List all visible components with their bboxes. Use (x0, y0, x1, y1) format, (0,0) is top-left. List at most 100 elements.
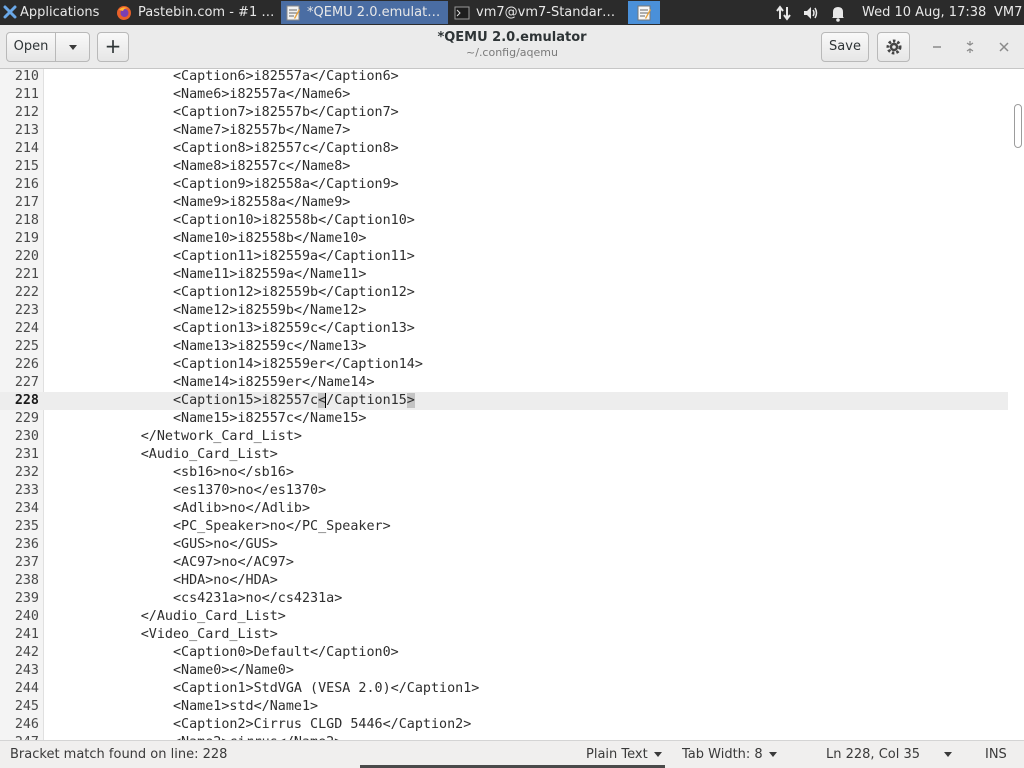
applications-menu[interactable]: Applications (0, 0, 110, 25)
line-number: 214 (14, 141, 39, 156)
open-dropdown-button[interactable] (55, 32, 90, 62)
position-dropdown[interactable] (944, 741, 952, 768)
code-line[interactable]: 217 <Name9>i82558a</Name9> (0, 194, 1008, 212)
line-text: <Video_Card_List> (44, 627, 278, 642)
code-line[interactable]: 231 <Audio_Card_List> (0, 446, 1008, 464)
code-line[interactable]: 241 <Video_Card_List> (0, 626, 1008, 644)
code-line[interactable]: 215 <Name8>i82557c</Name8> (0, 158, 1008, 176)
code-line[interactable]: 242 <Caption0>Default</Caption0> (0, 644, 1008, 662)
line-number: 215 (14, 159, 39, 174)
line-number: 246 (14, 717, 39, 732)
chevron-down-icon (768, 752, 777, 757)
chevron-down-icon (944, 752, 952, 757)
line-text: <Name7>i82557b</Name7> (44, 123, 351, 138)
code-line[interactable]: 240 </Audio_Card_List> (0, 608, 1008, 626)
line-text: <Name10>i82558b</Name10> (44, 231, 367, 246)
close-icon[interactable] (993, 36, 1015, 58)
code-line[interactable]: 227 <Name14>i82559er</Name14> (0, 374, 1008, 392)
code-line[interactable]: 229 <Name15>i82557c</Name15> (0, 410, 1008, 428)
code-line[interactable]: 211 <Name6>i82557a</Name6> (0, 86, 1008, 104)
code-line[interactable]: 214 <Caption8>i82557c</Caption8> (0, 140, 1008, 158)
code-line[interactable]: 220 <Caption11>i82559a</Caption11> (0, 248, 1008, 266)
line-number: 240 (14, 609, 39, 624)
code-line[interactable]: 225 <Name13>i82559c</Name13> (0, 338, 1008, 356)
code-line[interactable]: 218 <Caption10>i82558b</Caption10> (0, 212, 1008, 230)
line-number: 225 (14, 339, 39, 354)
code-line[interactable]: 230 </Network_Card_List> (0, 428, 1008, 446)
code-line[interactable]: 212 <Caption7>i82557b</Caption7> (0, 104, 1008, 122)
language-selector[interactable]: Plain Text (586, 741, 662, 768)
code-line[interactable]: 238 <HDA>no</HDA> (0, 572, 1008, 590)
code-line[interactable]: 221 <Name11>i82559a</Name11> (0, 266, 1008, 284)
line-number: 233 (14, 483, 39, 498)
minimize-icon[interactable] (926, 36, 948, 58)
line-number: 213 (14, 123, 39, 138)
line-text: <Adlib>no</Adlib> (44, 501, 311, 516)
code-line[interactable]: 244 <Caption1>StdVGA (VESA 2.0)</Caption… (0, 680, 1008, 698)
code-line[interactable]: 232 <sb16>no</sb16> (0, 464, 1008, 482)
insert-mode-indicator[interactable]: INS (985, 741, 1007, 768)
text-editor-area[interactable]: 210 <Caption6>i82557a</Caption6> 211 <Nam… (0, 69, 1024, 740)
clock[interactable]: Wed 10 Aug, 17:38 (862, 0, 992, 25)
code-line[interactable]: 237 <AC97>no</AC97> (0, 554, 1008, 572)
network-icon[interactable] (775, 0, 795, 25)
firefox-icon (117, 6, 131, 20)
line-number: 245 (14, 699, 39, 714)
volume-icon[interactable] (802, 0, 824, 25)
line-text: <Name0></Name0> (44, 663, 294, 678)
code-line[interactable]: 213 <Name7>i82557b</Name7> (0, 122, 1008, 140)
line-number: 224 (14, 321, 39, 336)
line-number: 241 (14, 627, 39, 642)
top-panel: Applications Pastebin.com - #1 … *QEMU 2… (0, 0, 1024, 25)
line-text: <HDA>no</HDA> (44, 573, 278, 588)
user-menu[interactable]: VM7 (994, 0, 1024, 25)
taskbar-label: vm7@vm7-Standar… (476, 5, 616, 20)
taskbar-item-terminal[interactable]: vm7@vm7-Standar… (450, 1, 620, 24)
line-number: 211 (14, 87, 39, 102)
code-line[interactable]: 210 <Caption6>i82557a</Caption6> (0, 69, 1008, 86)
line-text: <Caption12>i82559b</Caption12> (44, 285, 415, 300)
xfce-logo-icon (3, 5, 17, 19)
new-document-button[interactable]: + (97, 32, 129, 62)
taskbar-label: *QEMU 2.0.emulat… (307, 5, 441, 20)
code-line[interactable]: 226 <Caption14>i82559er</Caption14> (0, 356, 1008, 374)
line-text: <Caption7>i82557b</Caption7> (44, 105, 399, 120)
code-line[interactable]: 234 <Adlib>no</Adlib> (0, 500, 1008, 518)
code-line[interactable]: 243 <Name0></Name0> (0, 662, 1008, 680)
line-text: <Caption15>i82557c</Caption15> (44, 392, 415, 410)
taskbar-item-qemu-editor[interactable]: *QEMU 2.0.emulat… (281, 1, 448, 24)
code-line[interactable]: 224 <Caption13>i82559c</Caption13> (0, 320, 1008, 338)
line-number: 238 (14, 573, 39, 588)
code-line[interactable]: 223 <Name12>i82559b</Name12> (0, 302, 1008, 320)
taskbar-item-editor-2[interactable] (628, 1, 660, 24)
line-text: <cs4231a>no</cs4231a> (44, 591, 343, 606)
current-line[interactable]: 228 <Caption15>i82557c</Caption15> (0, 392, 1008, 410)
tab-width-selector[interactable]: Tab Width: 8 (682, 741, 777, 768)
code-line[interactable]: 245 <Name1>std</Name1> (0, 698, 1008, 716)
code-line[interactable]: 236 <GUS>no</GUS> (0, 536, 1008, 554)
code-line[interactable]: 246 <Caption2>Cirrus CLGD 5446</Caption2… (0, 716, 1008, 734)
line-text: <Caption13>i82559c</Caption13> (44, 321, 415, 336)
code-line[interactable]: 222 <Caption12>i82559b</Caption12> (0, 284, 1008, 302)
cursor-position[interactable]: Ln 228, Col 35 (826, 741, 920, 768)
maximize-icon[interactable] (959, 36, 981, 58)
code-line[interactable]: 239 <cs4231a>no</cs4231a> (0, 590, 1008, 608)
line-text: </Network_Card_List> (44, 429, 302, 444)
notification-bell-icon[interactable] (830, 0, 848, 25)
code-line[interactable]: 233 <es1370>no</es1370> (0, 482, 1008, 500)
line-number: 221 (14, 267, 39, 282)
line-number: 239 (14, 591, 39, 606)
save-button[interactable]: Save (821, 32, 869, 62)
settings-button[interactable] (877, 32, 910, 62)
line-number: 229 (14, 411, 39, 426)
taskbar-item-pastebin[interactable]: Pastebin.com - #1 … (112, 1, 278, 24)
vertical-scrollbar[interactable] (1014, 104, 1022, 148)
code-line[interactable]: 235 <PC_Speaker>no</PC_Speaker> (0, 518, 1008, 536)
code-line[interactable]: 216 <Caption9>i82558a</Caption9> (0, 176, 1008, 194)
code-line[interactable]: 219 <Name10>i82558b</Name10> (0, 230, 1008, 248)
line-number: 218 (14, 213, 39, 228)
line-number: 230 (14, 429, 39, 444)
line-text: <Name9>i82558a</Name9> (44, 195, 351, 210)
open-button[interactable]: Open (6, 32, 56, 62)
line-text: <Caption2>Cirrus CLGD 5446</Caption2> (44, 717, 472, 732)
